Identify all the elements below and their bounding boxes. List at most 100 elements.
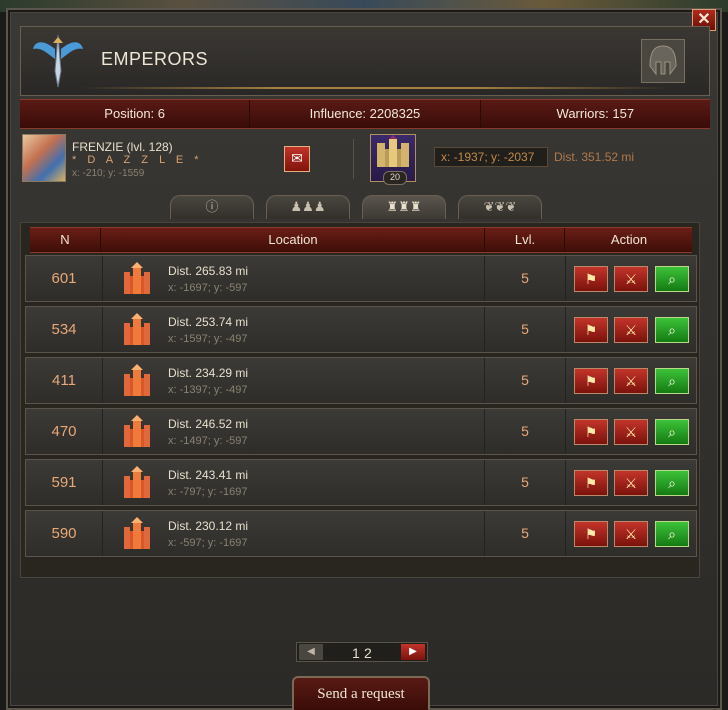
target-coords: x: -1937; y: -2037 [434, 147, 548, 167]
attack-button[interactable]: ⚔ [614, 419, 648, 445]
row-coords: x: -1397; y: -497 [168, 384, 248, 396]
table-row: 411 Dist. 234.29 mi x: -1397; y: -497 5 … [25, 357, 697, 404]
tab-castles[interactable]: ♜♜♜ [362, 195, 446, 219]
row-number: 411 [26, 358, 103, 403]
crossed-swords-icon: ⚔ [624, 373, 638, 389]
row-level: 5 [484, 256, 566, 301]
warriors-value: 157 [612, 106, 635, 121]
next-page-button[interactable]: ▶ [401, 644, 425, 660]
flag-icon: ⚑ [584, 322, 598, 338]
row-distance: Dist. 246.52 mi [168, 417, 249, 431]
header-action: Action [564, 228, 693, 252]
pagination: ◀ 1 2 ▶ [296, 642, 428, 662]
row-number: 470 [26, 409, 103, 454]
mail-icon[interactable]: ✉ [284, 146, 310, 172]
header-n: N [60, 232, 70, 247]
row-number: 534 [26, 307, 103, 352]
fortress-icon [124, 262, 150, 294]
warriors-label: Warriors: [556, 106, 609, 121]
row-distance: Dist. 243.41 mi [168, 468, 249, 482]
table-row: 590 Dist. 230.12 mi x: -597; y: -1697 5 … [25, 510, 697, 557]
fortress-icon [124, 517, 150, 549]
tab-players[interactable]: ♟♟♟ [266, 195, 350, 219]
attack-button[interactable]: ⚔ [614, 317, 648, 343]
magnifier-icon: ⌕ [668, 271, 676, 287]
page-1[interactable]: 1 [352, 645, 360, 661]
table-row: 534 Dist. 253.74 mi x: -1597; y: -497 5 … [25, 306, 697, 353]
attack-button[interactable]: ⚔ [614, 521, 648, 547]
view-button[interactable]: ⌕ [655, 419, 689, 445]
header-lvl: Lvl. [484, 228, 565, 252]
attack-button[interactable]: ⚔ [614, 470, 648, 496]
table-row: 591 Dist. 243.41 mi x: -797; y: -1697 5 … [25, 459, 697, 506]
flag-button[interactable]: ⚑ [574, 368, 608, 394]
player-coords: x: -210; y: -1559 [72, 168, 145, 179]
crossed-swords-icon: ⚔ [624, 322, 638, 338]
magnifier-icon: ⌕ [668, 322, 676, 338]
target-distance: Dist. 351.52 mi [554, 150, 635, 164]
flag-button[interactable]: ⚑ [574, 419, 608, 445]
fortress-icon [124, 313, 150, 345]
row-level: 5 [484, 307, 566, 352]
flag-button[interactable]: ⚑ [574, 470, 608, 496]
row-level: 5 [484, 358, 566, 403]
row-coords: x: -1697; y: -597 [168, 282, 248, 294]
crossed-swords-icon: ⚔ [624, 475, 638, 491]
position-value: 6 [157, 106, 166, 121]
influence-label: Influence: [309, 106, 367, 121]
player-name: FRENZIE (lvl. 128) [72, 140, 173, 154]
crossed-swords-icon: ⚔ [624, 271, 638, 287]
spartan-helmet-icon[interactable] [641, 39, 685, 83]
flag-button[interactable]: ⚑ [574, 266, 608, 292]
fortress-icon [124, 364, 150, 396]
avatar[interactable] [22, 134, 66, 182]
send-request-button[interactable]: Send a request [292, 676, 430, 710]
influence-stat: Influence: 2208325 [250, 100, 481, 128]
flag-button[interactable]: ⚑ [574, 317, 608, 343]
divider [353, 139, 354, 179]
flag-icon: ⚑ [584, 424, 598, 440]
crossed-swords-icon: ⚔ [624, 424, 638, 440]
row-coords: x: -1597; y: -497 [168, 333, 248, 345]
flag-button[interactable]: ⚑ [574, 521, 608, 547]
fortress-icon [124, 466, 150, 498]
castle-icon[interactable]: 20 [370, 134, 416, 185]
view-button[interactable]: ⌕ [655, 470, 689, 496]
magnifier-icon: ⌕ [668, 475, 676, 491]
table-header: N Location Lvl. Action [30, 227, 692, 253]
row-level: 5 [484, 409, 566, 454]
attack-button[interactable]: ⚔ [614, 368, 648, 394]
row-coords: x: -597; y: -1697 [168, 537, 248, 549]
flag-icon: ⚑ [584, 271, 598, 287]
winged-sword-emblem-icon [33, 34, 83, 88]
view-button[interactable]: ⌕ [655, 317, 689, 343]
view-button[interactable]: ⌕ [655, 368, 689, 394]
attack-button[interactable]: ⚔ [614, 266, 648, 292]
page-2[interactable]: 2 [364, 645, 372, 661]
fortress-icon [124, 415, 150, 447]
warriors-stat: Warriors: 157 [481, 100, 710, 128]
position-label: Position: [104, 106, 155, 121]
row-distance: Dist. 230.12 mi [168, 519, 249, 533]
castle-level-badge: 20 [383, 171, 407, 185]
view-button[interactable]: ⌕ [655, 521, 689, 547]
prev-page-button[interactable]: ◀ [299, 644, 323, 660]
row-coords: x: -797; y: -1697 [168, 486, 248, 498]
magnifier-icon: ⌕ [668, 373, 676, 389]
influence-value: 2208325 [369, 106, 421, 121]
tab-alliance[interactable]: ❦❦❦ [458, 195, 542, 219]
row-number: 590 [26, 511, 103, 556]
flag-icon: ⚑ [584, 475, 598, 491]
flag-icon: ⚑ [584, 526, 598, 542]
window-title: EMPERORS [101, 49, 209, 69]
table-row: 470 Dist. 246.52 mi x: -1497; y: -597 5 … [25, 408, 697, 455]
magnifier-icon: ⌕ [668, 526, 676, 542]
table-row: 601 Dist. 265.83 mi x: -1697; y: -597 5 … [25, 255, 697, 302]
view-button[interactable]: ⌕ [655, 266, 689, 292]
flag-icon: ⚑ [584, 373, 598, 389]
tab-info[interactable]: ⓘ [170, 195, 254, 219]
crossed-swords-icon: ⚔ [624, 526, 638, 542]
header-location: Location [100, 228, 485, 252]
row-number: 591 [26, 460, 103, 505]
row-distance: Dist. 253.74 mi [168, 315, 249, 329]
